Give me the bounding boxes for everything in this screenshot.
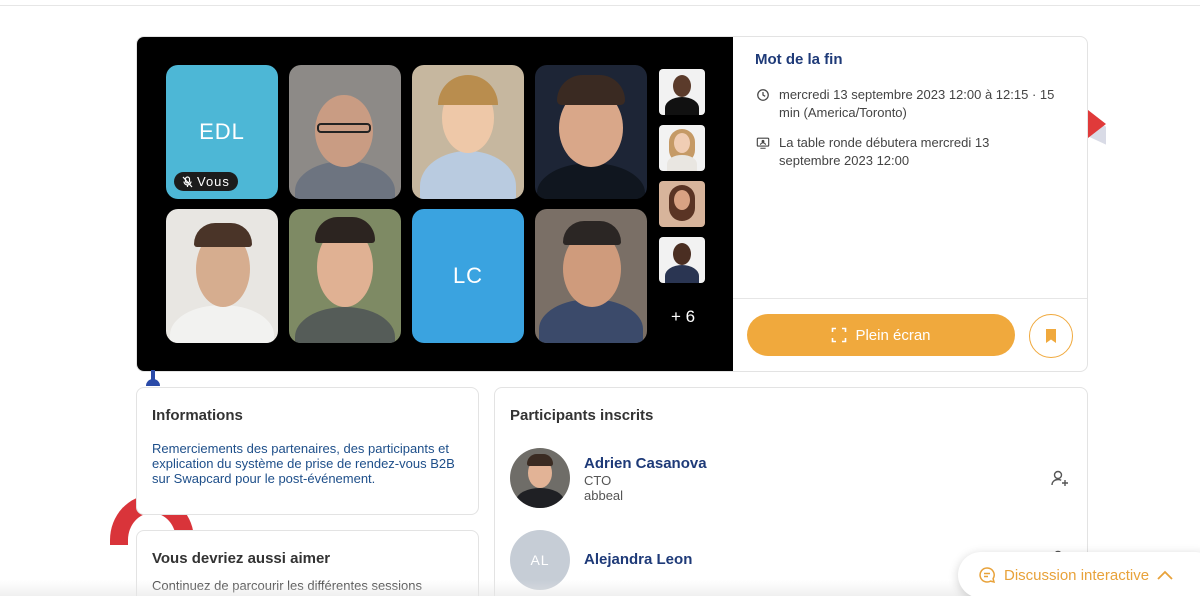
you-label: Vous <box>197 174 230 189</box>
decorative-pin <box>146 370 160 386</box>
participant-item[interactable]: Adrien Casanova CTO abbeal <box>510 448 1070 508</box>
you-badge: Vous <box>174 172 238 191</box>
chevron-up-icon <box>1157 570 1173 580</box>
chat-bubble-icon <box>979 567 996 584</box>
participant-thumbnail[interactable] <box>659 125 705 171</box>
session-title: Mot de la fin <box>755 51 843 68</box>
participants-title: Participants inscrits <box>510 407 654 424</box>
participant-company: abbeal <box>584 488 624 503</box>
informations-card: Informations Remerciements des partenair… <box>136 387 479 515</box>
divider <box>733 298 1087 299</box>
bookmark-button[interactable] <box>1029 314 1073 358</box>
session-card: EDL Vous LC + 6 Mot de la fin mercredi 1… <box>136 36 1088 372</box>
fullscreen-icon <box>832 327 847 343</box>
fullscreen-label: Plein écran <box>855 326 931 344</box>
participant-name[interactable]: Adrien Casanova <box>584 455 707 472</box>
video-tile-initials[interactable]: LC <box>412 209 524 343</box>
session-datetime-row: mercredi 13 septembre 2023 12:00 à 12:15… <box>755 86 1065 122</box>
video-tile-participant[interactable] <box>535 65 647 199</box>
video-tile-participant[interactable] <box>289 65 401 199</box>
fullscreen-button[interactable]: Plein écran <box>747 314 1015 356</box>
decorative-red-arrow <box>1088 110 1106 138</box>
top-divider <box>0 5 1200 6</box>
mic-off-icon <box>182 175 193 187</box>
video-tile-self[interactable]: EDL Vous <box>166 65 278 199</box>
informations-description: Remerciements des partenaires, des parti… <box>152 441 455 486</box>
participant-thumbnail[interactable] <box>659 69 705 115</box>
video-tile-participant[interactable] <box>166 209 278 343</box>
video-tile-participant[interactable] <box>289 209 401 343</box>
session-start-notice: La table ronde débutera mercredi 13 sept… <box>779 135 990 168</box>
session-info: Mot de la fin mercredi 13 septembre 2023… <box>733 37 1087 371</box>
presentation-icon <box>756 137 770 149</box>
session-start-row: La table ronde débutera mercredi 13 sept… <box>755 134 1045 170</box>
participant-thumbnail[interactable] <box>659 237 705 283</box>
video-tile-participant[interactable] <box>412 65 524 199</box>
clock-icon <box>757 89 769 101</box>
recommendations-text: Continuez de parcourir les différentes s… <box>152 578 423 593</box>
recommendations-title: Vous devriez aussi aimer <box>152 550 331 567</box>
session-datetime: mercredi 13 septembre 2023 12:00 à 12:15… <box>779 87 1055 120</box>
participant-role: CTO <box>584 473 612 488</box>
tile-initials: EDL <box>199 119 245 144</box>
interactive-discussion-button[interactable]: Discussion interactive <box>958 552 1200 596</box>
tile-initials: LC <box>452 263 484 288</box>
informations-title: Informations <box>152 407 243 424</box>
recommendations-card: Vous devriez aussi aimer Continuez de pa… <box>136 530 479 596</box>
video-grid[interactable]: EDL Vous LC + 6 <box>137 37 733 371</box>
participant-thumbnail[interactable] <box>659 181 705 227</box>
more-participants-count[interactable]: + 6 <box>663 307 703 327</box>
bookmark-icon <box>1046 329 1056 343</box>
participant-name[interactable]: Alejandra Leon <box>584 551 692 568</box>
avatar[interactable] <box>510 448 570 508</box>
avatar[interactable]: AL <box>510 530 570 590</box>
avatar-initials: AL <box>530 552 550 568</box>
video-tile-participant[interactable] <box>535 209 647 343</box>
chat-label: Discussion interactive <box>1004 566 1150 584</box>
add-contact-icon[interactable] <box>1050 468 1070 488</box>
